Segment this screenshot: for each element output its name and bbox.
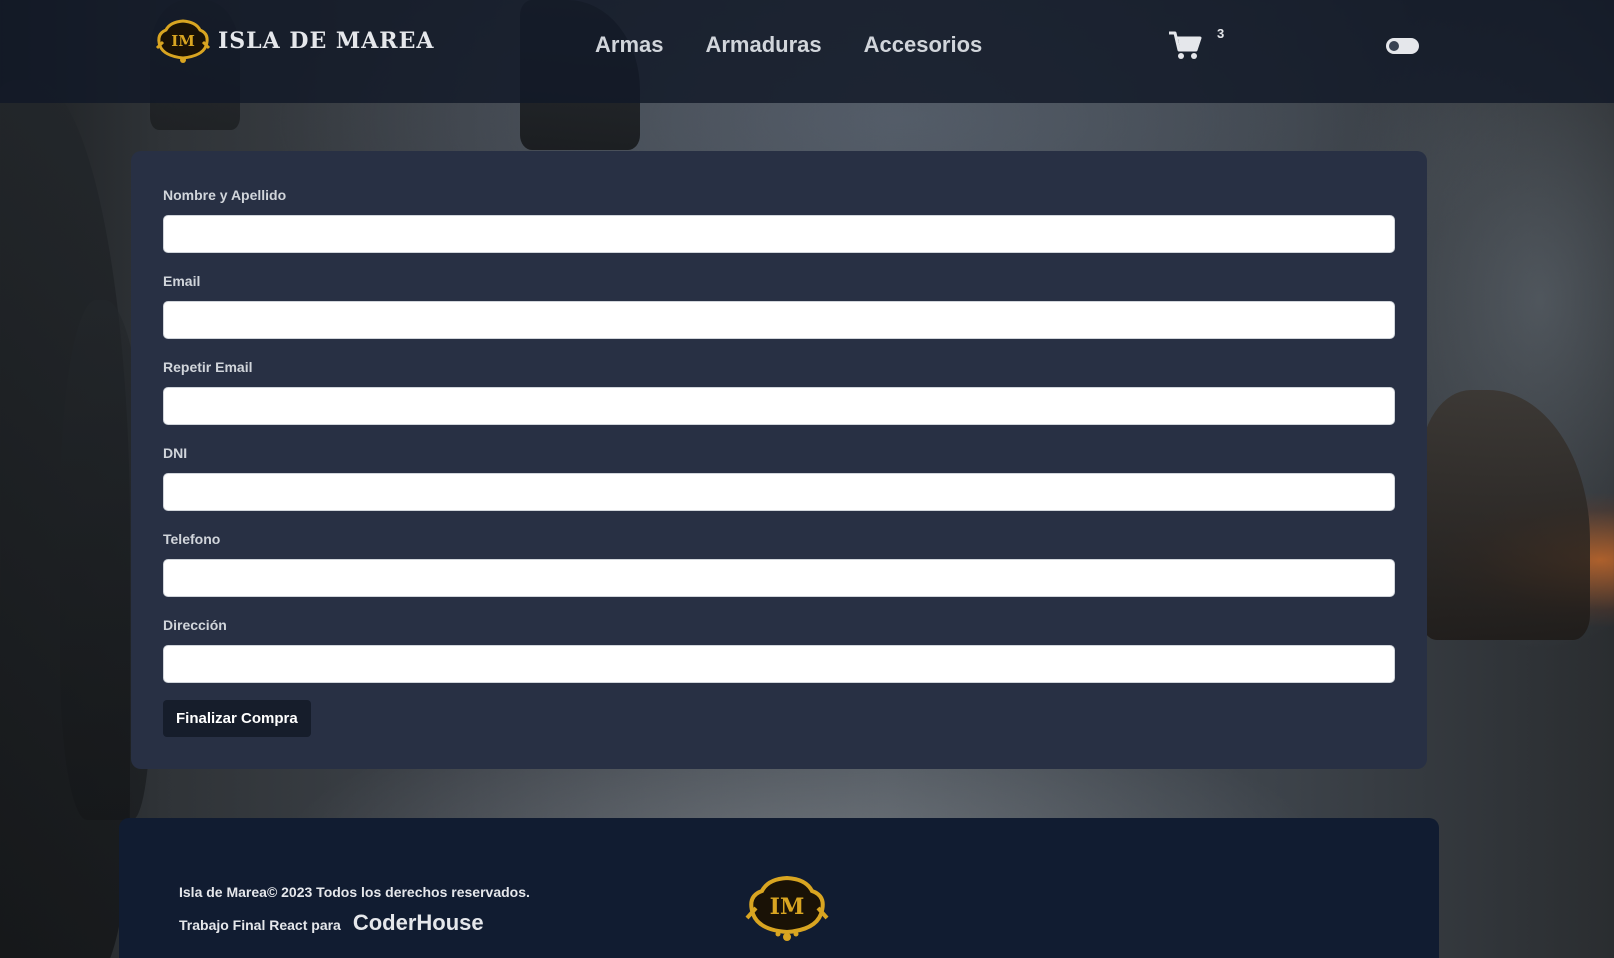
brand[interactable]: IM ISLA DE MAREA — [154, 18, 434, 64]
main-nav: Armas Armaduras Accesorios — [595, 32, 982, 58]
nav-link-accesorios[interactable]: Accesorios — [864, 32, 983, 58]
site-header: IM ISLA DE MAREA Armas Armaduras Accesor… — [0, 0, 1614, 103]
site-footer: Isla de Marea© 2023 Todos los derechos r… — [119, 818, 1439, 958]
credit-line: Trabajo Final React para CoderHouse — [179, 910, 484, 936]
name-input[interactable] — [163, 215, 1395, 253]
checkout-form: Nombre y Apellido Email Repetir Email DN… — [131, 151, 1427, 769]
field-label-phone: Telefono — [163, 531, 221, 547]
nav-link-armaduras[interactable]: Armaduras — [705, 32, 821, 58]
credit-prefix: Trabajo Final React para — [179, 917, 341, 933]
field-label-name: Nombre y Apellido — [163, 187, 287, 203]
field-label-dni: DNI — [163, 445, 188, 461]
svg-text:IM: IM — [770, 894, 805, 920]
field-label-repeat-email: Repetir Email — [163, 359, 253, 375]
brand-name: ISLA DE MAREA — [218, 28, 435, 54]
isla-de-marea-logo: IM — [745, 875, 829, 941]
address-input[interactable] — [163, 645, 1395, 683]
finalize-purchase-button[interactable]: Finalizar Compra — [163, 700, 311, 737]
field-label-address: Dirección — [163, 617, 227, 633]
cart-count-badge: 3 — [1217, 26, 1225, 41]
repeat-email-input[interactable] — [163, 387, 1395, 425]
email-input[interactable] — [163, 301, 1395, 339]
field-label-email: Email — [163, 273, 201, 289]
phone-input[interactable] — [163, 559, 1395, 597]
copyright-text: Isla de Marea© 2023 Todos los derechos r… — [179, 884, 530, 900]
svg-text:IM: IM — [171, 32, 195, 50]
isla-de-marea-logo: IM — [155, 19, 211, 63]
coderhouse-link[interactable]: CoderHouse — [353, 910, 484, 936]
theme-toggle[interactable] — [1386, 38, 1419, 54]
nav-link-armas[interactable]: Armas — [595, 32, 663, 58]
toggle-knob — [1389, 41, 1399, 51]
dni-input[interactable] — [163, 473, 1395, 511]
shopping-cart-icon[interactable] — [1168, 30, 1202, 62]
background-cliff — [1420, 390, 1590, 640]
